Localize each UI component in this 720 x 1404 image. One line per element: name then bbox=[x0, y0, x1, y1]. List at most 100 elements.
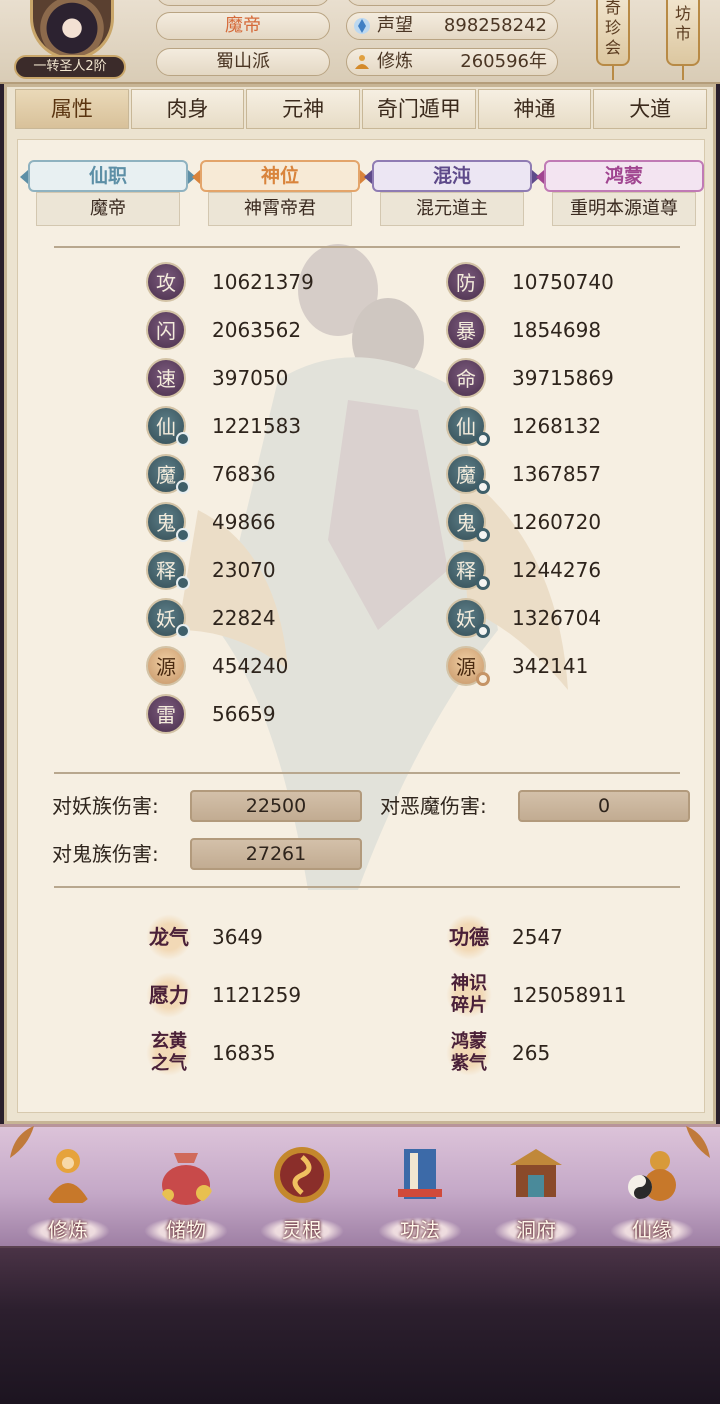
nav-storage[interactable]: 储物 bbox=[140, 1139, 232, 1245]
nav-spirit-root[interactable]: 灵根 bbox=[256, 1139, 348, 1245]
player-sect: 蜀山派 bbox=[156, 48, 330, 76]
merit-value: 2547 bbox=[512, 925, 563, 949]
gourd-yin-yang-icon bbox=[628, 1151, 676, 1201]
evil-demon-damage-label: 对恶魔伤害: bbox=[380, 794, 487, 818]
ghost-attack-value: 49866 bbox=[212, 510, 276, 534]
speed-icon: 速 bbox=[146, 358, 186, 398]
crystal-icon bbox=[354, 18, 370, 34]
pavilion-icon bbox=[510, 1149, 562, 1197]
defense-mark-icon bbox=[476, 528, 490, 542]
divine-sense-fragments-icon-line1: 神识 bbox=[451, 973, 487, 994]
attack-mark-icon bbox=[176, 480, 190, 494]
rank-chaos-header: 混沌 bbox=[364, 160, 540, 192]
fame-label: 声望 bbox=[377, 15, 413, 36]
tab-qimen-dunjia[interactable]: 奇门遁甲 bbox=[362, 89, 476, 129]
treasure-fair-button[interactable]: 奇珍会 bbox=[596, 0, 630, 66]
bottom-background bbox=[0, 1248, 720, 1404]
market-button[interactable]: 坊市 bbox=[666, 0, 700, 66]
monster-attack-value: 22824 bbox=[212, 606, 276, 630]
hongmeng-purple-qi-value: 265 bbox=[512, 1041, 551, 1065]
attack-mark-icon bbox=[176, 576, 190, 590]
defense-mark-icon bbox=[476, 480, 490, 494]
evil-demon-damage-value: 0 bbox=[518, 790, 690, 822]
dragon-qi-icon: 龙气 bbox=[146, 914, 192, 960]
rank-divine-seat[interactable]: 神位 神霄帝君 bbox=[192, 160, 368, 232]
tab-attributes[interactable]: 属性 bbox=[15, 89, 129, 129]
fame-stat: 声望 898258242 bbox=[346, 12, 558, 40]
nav-immortal-fate-label: 仙缘 bbox=[610, 1217, 694, 1245]
avatar[interactable] bbox=[30, 0, 114, 60]
thunder-value: 56659 bbox=[212, 702, 276, 726]
player-title: 魔帝 bbox=[156, 12, 330, 40]
leaf-ornament-icon bbox=[10, 1126, 34, 1158]
section-divider bbox=[54, 246, 680, 248]
attack-value: 10621379 bbox=[212, 270, 314, 294]
origin-defense-value: 342141 bbox=[512, 654, 589, 678]
meditating-monk-icon bbox=[46, 1149, 90, 1203]
header-pill-partial-2 bbox=[346, 0, 558, 6]
nav-spirit-root-label: 灵根 bbox=[260, 1217, 344, 1245]
rank-immortal-post-value: 魔帝 bbox=[36, 192, 180, 226]
divine-sense-fragments-icon: 神识 碎片 bbox=[446, 972, 492, 1018]
rank-immortal-post[interactable]: 仙职 魔帝 bbox=[20, 160, 196, 232]
defense-mark-icon bbox=[476, 624, 490, 638]
tab-divine-powers[interactable]: 神通 bbox=[477, 89, 592, 129]
nav-cave-abode[interactable]: 洞府 bbox=[490, 1139, 582, 1245]
buddha-defense-value: 1244276 bbox=[512, 558, 602, 582]
market-label: 坊市 bbox=[674, 4, 691, 43]
attributes-panel: 属性 肉身 元神 奇门遁甲 神通 大道 仙职 魔帝 神位 神霄帝君 混沌 混元道… bbox=[4, 84, 716, 1124]
hongmeng-purple-qi-icon-line1: 鸿蒙 bbox=[451, 1031, 487, 1052]
rank-divine-seat-value: 神霄帝君 bbox=[208, 192, 352, 226]
section-divider bbox=[54, 772, 680, 774]
divine-sense-fragments-icon-line2: 碎片 bbox=[451, 995, 487, 1016]
rank-divine-seat-header: 神位 bbox=[192, 160, 368, 192]
hongmeng-purple-qi-icon: 鸿蒙 紫气 bbox=[446, 1030, 492, 1076]
monster-defense-value: 1326704 bbox=[512, 606, 602, 630]
buddha-attack-value: 23070 bbox=[212, 558, 276, 582]
health-icon: 命 bbox=[446, 358, 486, 398]
rank-chaos[interactable]: 混沌 混元道主 bbox=[364, 160, 540, 232]
xuanhuang-qi-icon: 玄黄 之气 bbox=[146, 1030, 192, 1076]
wish-power-value: 1121259 bbox=[212, 983, 302, 1007]
dodge-icon: 闪 bbox=[146, 310, 186, 350]
fame-value: 898258242 bbox=[443, 15, 547, 36]
demon-race-damage-value: 22500 bbox=[190, 790, 362, 822]
category-tabs: 属性 肉身 元神 奇门遁甲 神通 大道 bbox=[15, 89, 708, 129]
attributes-content: 仙职 魔帝 神位 神霄帝君 混沌 混元道主 鸿蒙 重明本源道尊 攻 106213… bbox=[17, 139, 705, 1113]
tab-primordial-spirit[interactable]: 元神 bbox=[246, 89, 361, 129]
nav-cave-abode-label: 洞府 bbox=[494, 1217, 578, 1245]
scripture-book-icon bbox=[398, 1149, 442, 1199]
critical-value: 1854698 bbox=[512, 318, 602, 342]
thunder-icon: 雷 bbox=[146, 694, 186, 734]
ghost-defense-value: 1260720 bbox=[512, 510, 602, 534]
tab-great-dao[interactable]: 大道 bbox=[593, 89, 708, 129]
cultivation-label: 修炼 bbox=[377, 51, 413, 72]
ghost-race-damage-value: 27261 bbox=[190, 838, 362, 870]
nav-cultivate-label: 修炼 bbox=[26, 1217, 110, 1245]
tag-string bbox=[612, 66, 614, 80]
treasure-fair-label: 奇珍会 bbox=[604, 0, 621, 57]
demon-race-damage-label: 对妖族伤害: bbox=[52, 794, 159, 818]
nav-techniques-label: 功法 bbox=[378, 1217, 462, 1245]
speed-value: 397050 bbox=[212, 366, 289, 390]
meditation-icon bbox=[355, 55, 369, 69]
origin-attack-value: 454240 bbox=[212, 654, 289, 678]
nav-storage-label: 储物 bbox=[144, 1217, 228, 1245]
demon-defense-value: 1367857 bbox=[512, 462, 602, 486]
xuanhuang-qi-icon-line1: 玄黄 bbox=[151, 1031, 187, 1052]
nav-techniques[interactable]: 功法 bbox=[374, 1139, 466, 1245]
immortal-defense-value: 1268132 bbox=[512, 414, 602, 438]
immortal-attack-value: 1221583 bbox=[212, 414, 302, 438]
origin-attack-icon: 源 bbox=[146, 646, 186, 686]
critical-icon: 暴 bbox=[446, 310, 486, 350]
defense-mark-icon bbox=[476, 672, 490, 686]
tab-body[interactable]: 肉身 bbox=[130, 89, 245, 129]
defense-mark-icon bbox=[476, 432, 490, 446]
leaf-ornament-icon bbox=[686, 1126, 710, 1158]
rank-hongmeng[interactable]: 鸿蒙 重明本源道尊 bbox=[536, 160, 704, 232]
attack-mark-icon bbox=[176, 432, 190, 446]
tag-string bbox=[682, 66, 684, 80]
ghost-race-damage-label: 对鬼族伤害: bbox=[52, 842, 159, 866]
rank-hongmeng-header: 鸿蒙 bbox=[536, 160, 704, 192]
merit-icon: 功德 bbox=[446, 914, 492, 960]
